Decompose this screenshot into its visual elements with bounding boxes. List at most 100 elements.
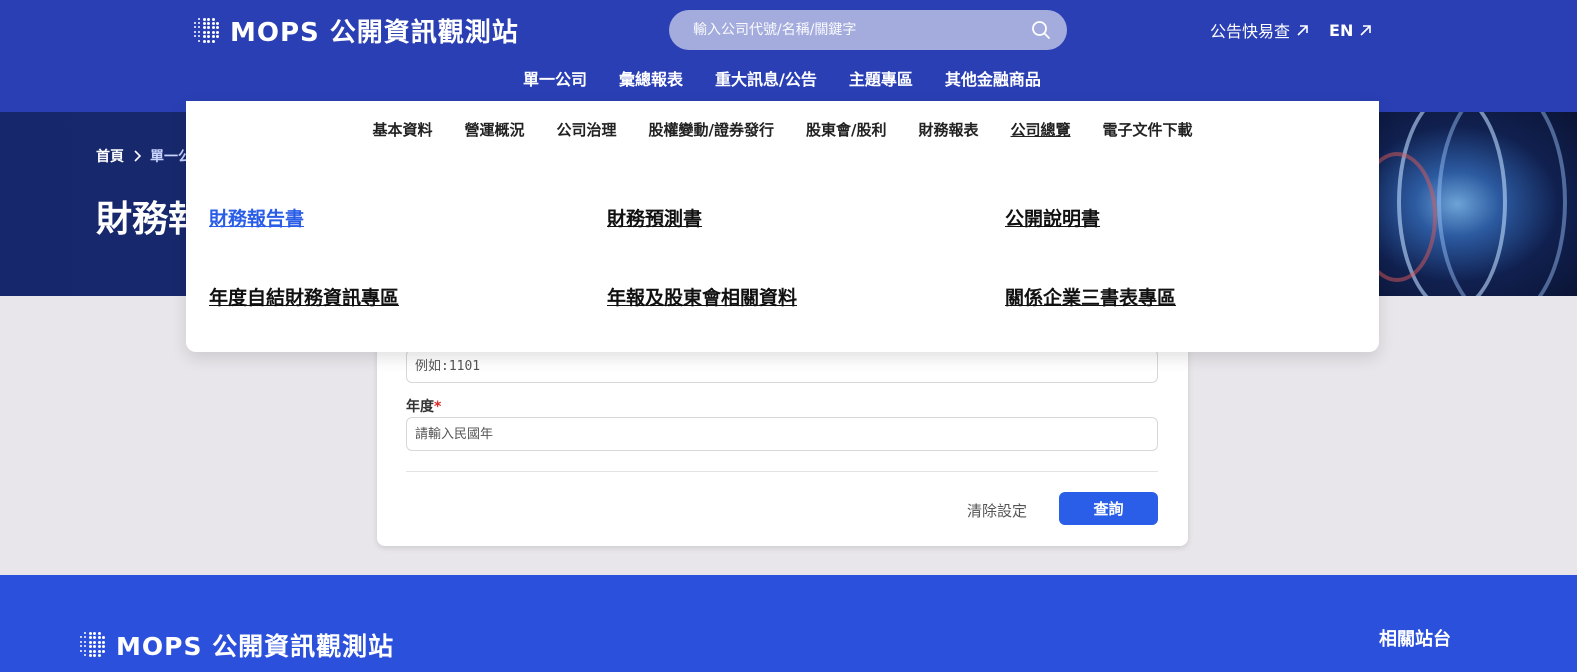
subnav-e-documents[interactable]: 電子文件下載	[1103, 119, 1193, 140]
search-bar	[669, 10, 1067, 50]
logo-dot	[88, 649, 92, 653]
nav-single-company[interactable]: 單一公司	[507, 62, 604, 106]
subnav-basic-info[interactable]: 基本資料	[372, 119, 432, 140]
search-icon[interactable]	[1029, 18, 1053, 42]
link-annual-report-shareholders[interactable]: 年報及股東會相關資料	[607, 283, 797, 310]
logo-dot	[84, 654, 87, 656]
company-code-input[interactable]	[406, 349, 1158, 383]
logo-dot	[80, 649, 82, 652]
logo-dot	[84, 649, 87, 652]
logo-dot	[93, 636, 97, 640]
logo-dot	[97, 640, 101, 644]
logo-dot	[211, 30, 215, 34]
logo-dot	[194, 26, 196, 29]
logo-dot	[194, 21, 196, 24]
logo-dot	[84, 636, 87, 639]
query-button[interactable]: 查詢	[1059, 492, 1158, 525]
form-divider	[406, 471, 1158, 472]
logo-dot	[93, 649, 97, 653]
link-financial-report[interactable]: 財務報告書	[209, 204, 304, 231]
nav-topics[interactable]: 主題專區	[833, 62, 929, 106]
quick-announcement-link[interactable]: 公告快易查	[1210, 18, 1309, 42]
sub-nav: 基本資料 營運概況 公司治理 股權變動/證券發行 股東會/股利 財務報表 公司總…	[186, 119, 1379, 140]
footer-logo-text: MOPS 公開資訊觀測站	[116, 632, 395, 661]
logo-dot	[202, 39, 206, 43]
year-label: 年度*	[406, 396, 441, 416]
year-input[interactable]	[406, 417, 1158, 451]
footer-logo[interactable]: MOPS 公開資訊觀測站	[80, 627, 394, 663]
logo-dot	[84, 640, 87, 643]
external-arrow-icon	[1297, 24, 1308, 36]
hero-decorative-image	[1357, 112, 1577, 296]
logo-dot	[202, 30, 206, 34]
nav-material-info[interactable]: 重大訊息/公告	[699, 62, 833, 106]
logo-dot	[97, 632, 101, 635]
site-logo[interactable]: MOPS 公開資訊觀測站	[194, 12, 519, 49]
subnav-equity-changes[interactable]: 股權變動/證券發行	[649, 119, 774, 140]
breadcrumb-home[interactable]: 首頁	[96, 146, 124, 166]
logo-dot	[198, 21, 201, 24]
logo-dot	[211, 39, 215, 43]
site-footer: MOPS 公開資訊觀測站 相關站台	[0, 575, 1577, 672]
logo-dot	[207, 35, 211, 39]
logo-dot	[198, 26, 201, 29]
top-links: 公告快易查 EN	[1210, 18, 1372, 42]
subnav-company-overview[interactable]: 公司總覽	[1011, 119, 1071, 140]
subnav-financial-statements[interactable]: 財務報表	[918, 119, 978, 140]
link-financial-forecast[interactable]: 財務預測書	[607, 204, 702, 231]
logo-dot	[97, 636, 101, 640]
logo-dots-icon	[80, 632, 106, 658]
logo-dot	[102, 640, 105, 644]
clear-settings-button[interactable]: 清除設定	[957, 494, 1037, 526]
logo-dot	[84, 645, 87, 648]
logo-dot	[88, 636, 92, 640]
site-header: MOPS 公開資訊觀測站 公告快易查 EN 單一公司 彙總報表 重大訊息/公告 …	[0, 0, 1577, 112]
english-link[interactable]: EN	[1329, 21, 1372, 40]
subnav-shareholders-dividends[interactable]: 股東會/股利	[806, 119, 886, 140]
logo-dot	[88, 645, 92, 649]
required-mark: *	[434, 399, 442, 415]
search-input[interactable]	[693, 22, 1029, 38]
logo-dot	[211, 21, 215, 25]
logo-dot	[80, 636, 82, 639]
subnav-governance[interactable]: 公司治理	[557, 119, 617, 140]
logo-dots-icon	[194, 17, 220, 44]
logo-dot	[202, 26, 206, 30]
link-self-assessed-financials[interactable]: 年度自結財務資訊專區	[209, 283, 399, 310]
nav-summary-reports[interactable]: 彙總報表	[603, 62, 699, 106]
logo-dot	[102, 636, 105, 640]
logo-dot	[207, 39, 211, 43]
logo-dot	[102, 649, 105, 653]
logo-dot	[211, 35, 215, 39]
logo-dot	[88, 654, 92, 657]
link-prospectus[interactable]: 公開說明書	[1005, 204, 1100, 231]
nav-other-products[interactable]: 其他金融商品	[929, 62, 1057, 106]
logo-dot	[88, 640, 92, 644]
logo-dot	[216, 35, 219, 39]
subnav-operations[interactable]: 營運概況	[464, 119, 524, 140]
logo-dot	[80, 645, 82, 648]
logo-dot	[207, 21, 211, 25]
logo-dot	[211, 17, 215, 21]
external-arrow-icon	[1360, 24, 1372, 36]
logo-dot	[211, 26, 215, 30]
logo-dot	[97, 654, 101, 657]
logo-dot	[93, 632, 97, 635]
logo-dot	[102, 645, 105, 649]
logo-dot	[216, 21, 219, 25]
english-label: EN	[1329, 20, 1354, 40]
logo-dot	[88, 632, 92, 635]
logo-dot	[202, 35, 206, 39]
link-affiliates-reports[interactable]: 關係企業三書表專區	[1005, 283, 1176, 310]
logo-dot	[202, 21, 206, 25]
logo-dot	[93, 654, 97, 657]
chevron-right-icon	[134, 150, 142, 162]
logo-dot	[97, 649, 101, 653]
quick-announcement-label: 公告快易查	[1210, 22, 1291, 41]
logo-dot	[202, 17, 206, 21]
logo-dot	[216, 26, 219, 30]
logo-dot	[198, 30, 201, 33]
logo-dot	[84, 632, 87, 634]
logo-dot	[93, 640, 97, 644]
logo-dot	[216, 30, 219, 34]
